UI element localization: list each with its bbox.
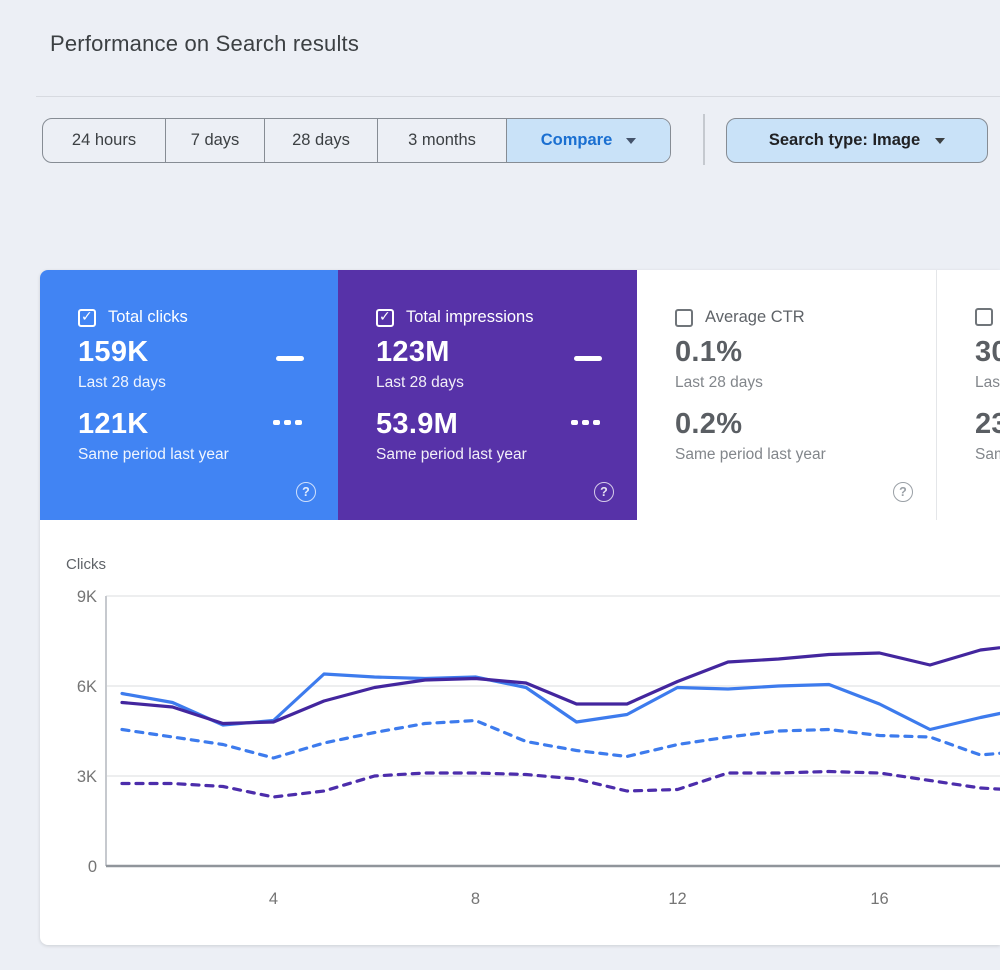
checkbox-average-ctr[interactable]: ✓ — [675, 309, 693, 327]
svg-text:0: 0 — [88, 858, 97, 876]
metric-card-fourth[interactable]: ✓ 30 Last 28 days 23 Same period last ye… — [936, 270, 1000, 520]
legend-dashed-line-icon — [571, 420, 600, 425]
filters-divider — [703, 114, 705, 165]
metric-caption-previous: Same period last year — [376, 446, 527, 464]
metric-card-total-clicks[interactable]: ✓ Total clicks 159K Last 28 days 121K Sa… — [40, 270, 338, 520]
metric-value-current: 0.1% — [675, 336, 742, 369]
metric-label: Total clicks — [108, 308, 188, 327]
svg-text:4: 4 — [269, 890, 278, 908]
search-type-label: Search type: Image — [769, 131, 920, 150]
metric-value-previous: 121K — [78, 408, 149, 441]
header-divider — [36, 96, 1000, 97]
metric-caption-current: Last 28 days — [78, 374, 166, 392]
metric-caption-current: Last 28 days — [975, 374, 1000, 392]
metric-caption-current: Last 28 days — [376, 374, 464, 392]
legend-solid-line-icon — [276, 356, 304, 361]
metric-value-current: 159K — [78, 336, 149, 369]
metric-label: Average CTR — [705, 308, 805, 327]
help-icon[interactable]: ? — [893, 482, 913, 502]
compare-label: Compare — [541, 131, 613, 150]
metric-value-current: 123M — [376, 336, 450, 369]
chevron-down-icon — [935, 138, 945, 144]
check-icon: ✓ — [81, 309, 93, 325]
help-icon[interactable]: ? — [296, 482, 316, 502]
checkbox-total-clicks[interactable]: ✓ — [78, 309, 96, 327]
metric-card-average-ctr[interactable]: ✓ Average CTR 0.1% Last 28 days 0.2% Sam… — [637, 270, 936, 520]
checkbox-total-impressions[interactable]: ✓ — [376, 309, 394, 327]
metric-value-previous: 23 — [975, 408, 1000, 441]
date-range-3-months[interactable]: 3 months — [377, 119, 506, 162]
clicks-chart: 9K 6K 3K 0 4 8 12 16 — [40, 530, 1000, 945]
metric-caption-previous: Same period last year — [78, 446, 229, 464]
metric-caption-current: Last 28 days — [675, 374, 763, 392]
svg-text:8: 8 — [471, 890, 480, 908]
date-range-7-days[interactable]: 7 days — [165, 119, 264, 162]
metric-header: ✓ Total clicks — [78, 308, 188, 327]
metric-label: Total impressions — [406, 308, 533, 327]
check-icon: ✓ — [379, 309, 391, 325]
compare-button[interactable]: Compare — [506, 119, 670, 162]
legend-solid-line-icon — [574, 356, 602, 361]
metric-header: ✓ Average CTR — [675, 308, 805, 327]
svg-text:12: 12 — [668, 890, 686, 908]
legend-dashed-line-icon — [273, 420, 302, 425]
metric-value-previous: 53.9M — [376, 408, 458, 441]
search-type-button[interactable]: Search type: Image — [726, 118, 988, 163]
date-range-28-days[interactable]: 28 days — [264, 119, 377, 162]
svg-text:6K: 6K — [77, 678, 97, 696]
checkbox-fourth-metric[interactable]: ✓ — [975, 308, 993, 326]
metric-caption-previous: Same period last year — [675, 446, 826, 464]
performance-panel: ✓ Total clicks 159K Last 28 days 121K Sa… — [40, 270, 1000, 945]
metric-header: ✓ Total impressions — [376, 308, 533, 327]
help-icon[interactable]: ? — [594, 482, 614, 502]
svg-text:3K: 3K — [77, 768, 97, 786]
svg-text:16: 16 — [870, 890, 888, 908]
page-title: Performance on Search results — [50, 31, 359, 57]
metric-value-previous: 0.2% — [675, 408, 742, 441]
date-range-control: 24 hours 7 days 28 days 3 months Compare — [42, 118, 671, 163]
metric-caption-previous: Same period last year — [975, 446, 1000, 464]
chevron-down-icon — [626, 138, 636, 144]
svg-text:9K: 9K — [77, 588, 97, 606]
date-range-24-hours[interactable]: 24 hours — [43, 119, 165, 162]
metric-card-total-impressions[interactable]: ✓ Total impressions 123M Last 28 days 53… — [338, 270, 637, 520]
metric-value-current: 30 — [975, 336, 1000, 369]
metric-header: ✓ — [975, 308, 1000, 326]
